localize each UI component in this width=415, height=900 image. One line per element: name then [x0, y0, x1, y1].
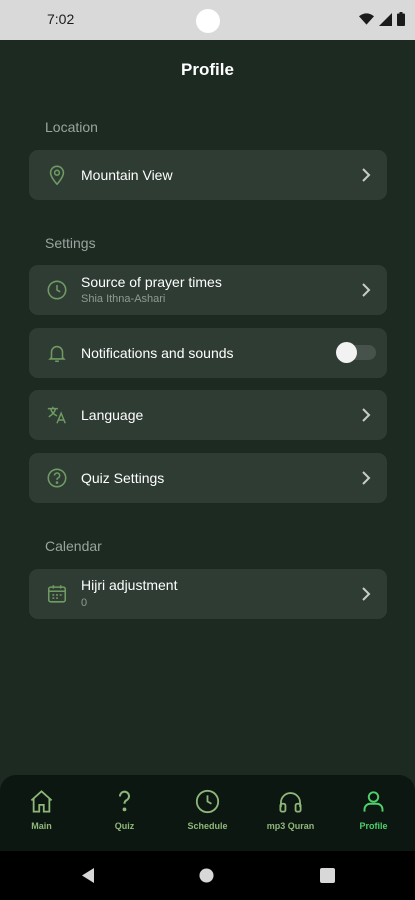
wifi-icon [359, 13, 374, 25]
nav-schedule[interactable]: Schedule [166, 775, 249, 851]
chevron-right-icon [362, 283, 371, 297]
calendar-icon [47, 585, 67, 603]
notifications-item[interactable]: Notifications and sounds [29, 328, 387, 378]
chevron-right-icon [362, 168, 371, 182]
quiz-settings-title: Quiz Settings [81, 470, 165, 486]
system-nav-bar [0, 851, 415, 900]
signal-icon [379, 12, 392, 26]
home-button-icon[interactable] [199, 868, 214, 883]
location-item[interactable]: Mountain View [29, 150, 387, 200]
hijri-adjustment-value: 0 [81, 597, 88, 609]
notifications-toggle[interactable] [336, 342, 376, 363]
nav-profile[interactable]: Profile [332, 775, 415, 851]
nav-mp3-quran-label: mp3 Quran [266, 821, 315, 831]
chevron-right-icon [362, 408, 371, 422]
chevron-right-icon [362, 471, 371, 485]
notifications-title: Notifications and sounds [81, 345, 234, 361]
hijri-adjustment-item[interactable]: Hijri adjustment 0 [29, 569, 387, 619]
battery-icon [397, 12, 405, 26]
nav-main-label: Main [31, 821, 52, 831]
hijri-adjustment-title: Hijri adjustment [81, 577, 178, 593]
chevron-right-icon [362, 587, 371, 601]
bell-icon [48, 345, 66, 363]
question-circle-icon [47, 468, 67, 488]
prayer-source-item[interactable]: Source of prayer times Shia Ithna-Ashari [29, 265, 387, 315]
page-title: Profile [181, 60, 234, 79]
prayer-source-subtitle: Shia Ithna-Ashari [81, 293, 166, 305]
status-time: 7:02 [47, 11, 75, 27]
nav-quiz[interactable]: Quiz [83, 775, 166, 851]
language-item[interactable]: Language [29, 390, 387, 440]
headphones-icon [279, 792, 302, 813]
language-title: Language [81, 407, 144, 423]
nav-quiz-label: Quiz [114, 821, 135, 831]
translate-icon [47, 406, 66, 424]
location-item-title: Mountain View [81, 167, 173, 183]
status-icons [359, 12, 405, 26]
quiz-settings-item[interactable]: Quiz Settings [29, 453, 387, 503]
back-icon[interactable] [80, 867, 96, 884]
home-icon [30, 790, 53, 813]
status-bar: 7:02 [0, 0, 415, 40]
person-icon [363, 791, 384, 812]
clock-icon [47, 280, 67, 300]
prayer-source-title: Source of prayer times [81, 274, 222, 290]
nav-main[interactable]: Main [0, 775, 83, 851]
question-mark-icon [118, 790, 130, 812]
section-label-location: Location [45, 119, 98, 135]
camera-cutout [196, 9, 220, 33]
bottom-nav: Main Quiz Schedule mp3 Quran Profile [0, 775, 415, 851]
clock-icon [195, 789, 220, 814]
toggle-knob [336, 342, 357, 363]
nav-profile-label: Profile [359, 821, 388, 831]
recents-icon[interactable] [320, 868, 335, 883]
section-label-calendar: Calendar [45, 538, 102, 554]
nav-mp3-quran[interactable]: mp3 Quran [249, 775, 332, 851]
section-label-settings: Settings [45, 235, 96, 251]
nav-schedule-label: Schedule [187, 821, 228, 831]
location-pin-icon [49, 165, 65, 186]
